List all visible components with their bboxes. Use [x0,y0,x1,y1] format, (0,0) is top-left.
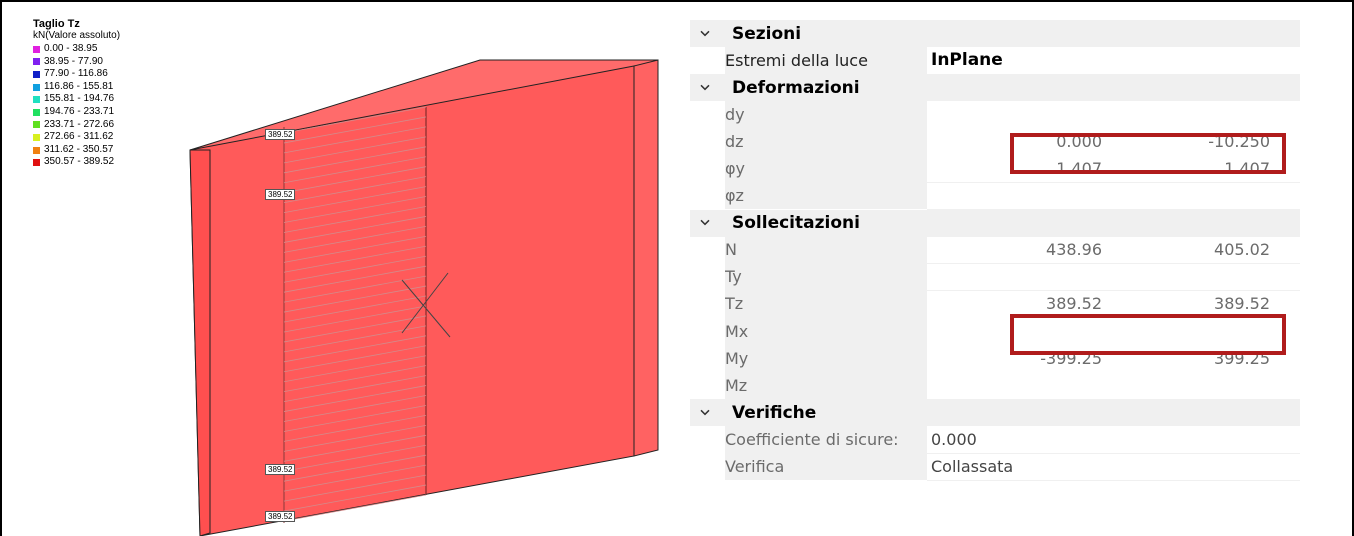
property-label: Verifica [725,453,927,482]
legend-item: 350.57 - 389.52 [33,156,120,169]
highlight-box-tz [1010,314,1286,355]
legend-swatch [33,121,40,129]
legend-swatch [33,133,40,141]
highlight-box-dz [1010,133,1286,174]
property-value: Collassata [931,457,1014,477]
legend-item: 272.66 - 311.62 [33,131,120,144]
model-view[interactable]: 389.52 389.52 389.52 389.52 [180,55,680,536]
legend-item: 38.95 - 77.90 [33,56,120,69]
property-label: Estremi della luce [725,46,927,75]
property-label: My [725,344,927,373]
legend-label: 155.81 - 194.76 [44,93,115,105]
property-value: InPlane [931,50,1003,71]
property-value: 0.000 [931,429,977,449]
legend-label: 350.57 - 389.52 [44,156,115,168]
row-Ty[interactable]: Ty [690,263,1300,292]
legend-swatch [33,45,40,53]
property-label: dy [725,100,927,129]
section-title: Verifiche [732,402,817,423]
legend-item: 116.86 - 155.81 [33,81,120,94]
legend-label: 272.66 - 311.62 [44,131,114,143]
property-label: N [725,236,927,265]
value-end: 405.02 [1214,240,1270,260]
chevron-down-icon[interactable] [698,26,712,40]
legend-unit: kN(Valore assoluto) [33,30,121,41]
property-grid: Sezioni Estremi della luce InPlane Defor… [690,20,1300,482]
chevron-down-icon[interactable] [698,405,712,419]
section-deformazioni[interactable]: Deformazioni [690,74,1300,102]
row-coefficiente[interactable]: Coefficiente di sicure: 0.000 [690,425,1300,454]
property-label: Ty [725,263,927,292]
chevron-down-icon[interactable] [698,216,712,230]
legend-label: 194.76 - 233.71 [44,105,115,117]
legend-title: Taglio Tz [33,18,80,30]
value-label: 389.52 [265,189,296,200]
legend-item: 0.00 - 38.95 [33,43,120,56]
property-label: Tz [725,290,927,319]
legend-swatch [33,96,40,104]
panel-left-face [189,149,211,536]
legend-swatch [33,159,40,167]
legend-label: 38.95 - 77.90 [44,55,103,67]
value-label: 389.52 [265,511,296,522]
legend-item: 233.71 - 272.66 [33,119,120,132]
panel-3d [189,59,659,536]
legend-item: 155.81 - 194.76 [33,93,120,106]
legend-label: 77.90 - 116.86 [44,68,108,80]
top-border [0,0,1354,2]
legend-swatch [33,58,40,66]
legend-label: 116.86 - 155.81 [44,80,114,92]
property-label: Coefficiente di sicure: [725,425,927,454]
legend-swatch [33,108,40,116]
chevron-down-icon[interactable] [698,80,712,94]
panel-side-face [633,59,659,457]
section-title: Deformazioni [732,77,860,98]
legend-swatch [33,83,40,91]
legend-item: 311.62 - 350.57 [33,144,120,157]
section-sezioni[interactable]: Sezioni [690,20,1300,48]
row-estremi[interactable]: Estremi della luce InPlane [690,46,1300,75]
property-label: φy [725,154,927,184]
section-verifiche[interactable]: Verifiche [690,399,1300,427]
value-label: 389.52 [265,464,296,475]
legend-items: 0.00 - 38.95 38.95 - 77.90 77.90 - 116.86 1… [33,43,120,169]
property-label: dz [725,127,927,156]
legend-label: 311.62 - 350.57 [44,143,114,155]
legend-label: 233.71 - 272.66 [44,118,115,130]
value-start: 438.96 [1046,240,1102,260]
legend-swatch [33,70,40,78]
row-Mz[interactable]: Mz [690,371,1300,400]
property-label: Mz [725,371,927,400]
legend: Taglio Tz kN(Valore assoluto) 0.00 - 38.… [33,18,120,169]
property-label: φz [725,182,927,211]
row-verifica[interactable]: Verifica Collassata [690,453,1300,482]
legend-item: 194.76 - 233.71 [33,106,120,119]
value-label: 389.52 [265,129,296,140]
left-border [0,0,2,536]
property-label: Mx [725,317,927,346]
legend-label: 0.00 - 38.95 [44,43,98,54]
section-title: Sollecitazioni [732,213,860,234]
section-title: Sezioni [732,23,802,44]
section-sollecitazioni[interactable]: Sollecitazioni [690,209,1300,237]
legend-item: 77.90 - 116.86 [33,68,120,81]
row-dy[interactable]: dy [690,100,1300,129]
row-phiz[interactable]: φz [690,182,1300,211]
row-N[interactable]: N 438.96 405.02 [690,236,1300,265]
legend-swatch [33,146,40,154]
